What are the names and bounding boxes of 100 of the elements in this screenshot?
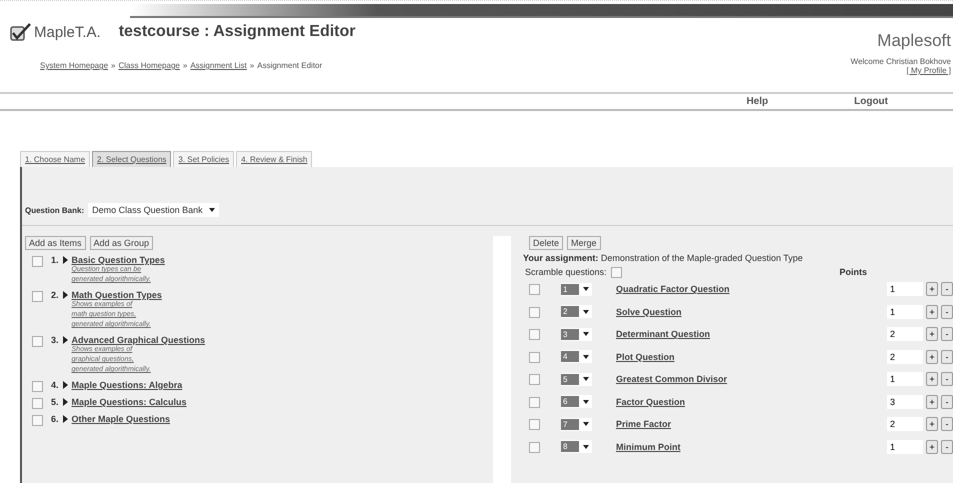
points-field[interactable]: 1 (887, 440, 923, 454)
group-link[interactable]: Maple Questions: Algebra (72, 380, 182, 390)
question-link[interactable]: Determinant Question (616, 329, 864, 340)
caret-icon (583, 310, 589, 314)
checkbox[interactable] (32, 256, 43, 267)
caret-icon (583, 400, 589, 404)
expand-arrow-icon[interactable] (62, 256, 68, 264)
decrease-button[interactable]: - (941, 327, 953, 342)
expand-arrow-icon[interactable] (62, 415, 68, 423)
increase-button[interactable]: + (926, 372, 938, 386)
decrease-button[interactable]: - (941, 350, 953, 364)
order-dropdown[interactable]: 2 (561, 305, 592, 318)
points-field[interactable]: 2 (887, 327, 923, 342)
order-dropdown[interactable]: 5 (561, 372, 592, 386)
question-link[interactable]: Factor Question (616, 396, 864, 407)
order-dropdown[interactable]: 1 (561, 282, 592, 296)
order-dropdown[interactable]: 3 (561, 328, 592, 341)
decrease-button[interactable]: - (941, 417, 953, 432)
question-link[interactable]: Quadratic Factor Question (616, 284, 864, 294)
increase-button[interactable]: + (926, 282, 938, 296)
question-link[interactable]: Plot Question (616, 352, 864, 362)
points-field[interactable]: 3 (887, 394, 923, 409)
question-bank-dropdown[interactable]: Demo Class Question Bank (88, 203, 219, 217)
points-header: Points (839, 267, 867, 277)
increase-button[interactable]: + (926, 440, 938, 454)
group-link[interactable]: Advanced Graphical Questions (72, 335, 206, 345)
tab[interactable]: 3. Set Policies (173, 151, 234, 167)
group-number: 3. (51, 335, 59, 345)
expand-arrow-icon[interactable] (62, 336, 68, 344)
group-number: 6. (51, 414, 59, 424)
checkbox[interactable] (529, 419, 540, 430)
decrease-button[interactable]: - (941, 304, 953, 319)
checkbox[interactable] (32, 381, 43, 392)
assignment-text: Your assignment: Demonstration of the Maple-graded Question Type (522, 253, 804, 263)
checkbox[interactable] (529, 352, 540, 363)
points-field[interactable]: 2 (887, 417, 923, 432)
points-field[interactable]: 2 (887, 350, 923, 364)
tab[interactable]: 4. Review & Finish (236, 151, 312, 167)
question-link[interactable]: Solve Question (616, 306, 864, 317)
checkbox[interactable] (32, 415, 43, 426)
tab[interactable]: 1. Choose Name (20, 151, 90, 167)
question-link[interactable]: Greatest Common Divisor (616, 374, 864, 384)
expand-arrow-icon[interactable] (62, 381, 68, 389)
decrease-button[interactable]: - (941, 282, 953, 296)
checkmark-icon (10, 23, 32, 41)
checkbox[interactable] (529, 306, 540, 318)
tab[interactable]: 2. Select Questions (92, 151, 172, 167)
action-button[interactable]: Add as Items (25, 236, 86, 250)
increase-button[interactable]: + (926, 327, 938, 342)
group-link[interactable]: Other Maple Questions (72, 414, 170, 424)
decrease-button[interactable]: - (941, 394, 953, 409)
action-button[interactable]: Add as Group (90, 236, 154, 250)
caret-icon (583, 444, 589, 449)
points-field[interactable]: 1 (887, 282, 923, 296)
group-link[interactable]: Maple Questions: Calculus (72, 397, 187, 407)
increase-button[interactable]: + (926, 350, 938, 364)
question-link[interactable]: Prime Factor (616, 419, 864, 430)
brand-logo: MapleT.A. (34, 24, 101, 40)
page-title: testcourse : Assignment Editor (118, 23, 356, 41)
breadcrumb-separator: » (182, 61, 188, 70)
nav-link[interactable]: Help (746, 96, 768, 107)
checkbox[interactable] (32, 291, 43, 302)
scramble-label: Scramble questions: (525, 267, 607, 277)
scramble-checkbox[interactable] (610, 267, 622, 278)
decrease-button[interactable]: - (941, 440, 953, 454)
group-number: 1. (51, 255, 59, 265)
increase-button[interactable]: + (926, 304, 938, 319)
checkbox[interactable] (32, 336, 43, 347)
group-number: 5. (51, 397, 59, 407)
profile-link[interactable]: [ My Profile ] (906, 66, 951, 75)
increase-button[interactable]: + (926, 394, 938, 409)
expand-arrow-icon[interactable] (62, 398, 68, 406)
nav-link[interactable]: Logout (854, 96, 888, 107)
checkbox[interactable] (529, 442, 540, 453)
action-button[interactable]: Merge (567, 236, 601, 250)
caret-icon (208, 208, 215, 212)
caret-icon (583, 287, 589, 292)
checkbox[interactable] (529, 329, 540, 340)
question-link[interactable]: Minimum Point (616, 442, 864, 452)
checkbox[interactable] (32, 398, 43, 409)
expand-arrow-icon[interactable] (62, 291, 68, 299)
order-dropdown[interactable]: 6 (561, 395, 592, 408)
breadcrumb-link[interactable]: Assignment List (190, 61, 247, 70)
order-dropdown[interactable]: 4 (561, 350, 592, 364)
points-field[interactable]: 1 (887, 372, 923, 386)
group-link[interactable]: Basic Question Types (72, 255, 165, 265)
group-link[interactable]: Math Question Types (72, 290, 162, 300)
checkbox[interactable] (529, 396, 540, 408)
decrease-button[interactable]: - (941, 372, 953, 386)
points-field[interactable]: 1 (887, 304, 923, 319)
breadcrumb-link[interactable]: System Homepage (40, 61, 108, 70)
order-dropdown[interactable]: 8 (561, 440, 592, 454)
caret-icon (583, 332, 589, 336)
action-button[interactable]: Delete (529, 236, 564, 250)
order-dropdown[interactable]: 7 (561, 418, 592, 431)
checkbox[interactable] (529, 284, 540, 296)
increase-button[interactable]: + (926, 417, 938, 432)
breadcrumb-link[interactable]: Class Homepage (118, 61, 180, 70)
breadcrumb-separator: » (250, 61, 254, 70)
checkbox[interactable] (529, 374, 540, 386)
